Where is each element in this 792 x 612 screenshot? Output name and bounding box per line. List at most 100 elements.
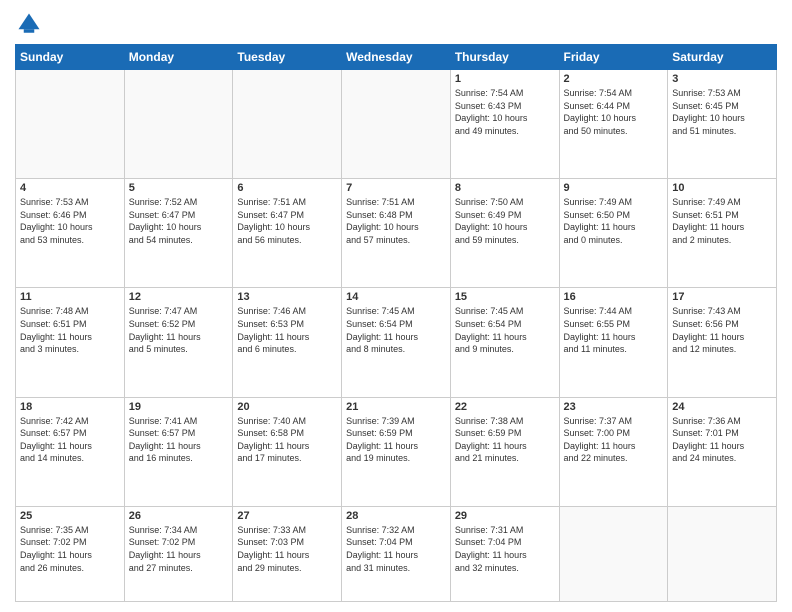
day-number: 5 xyxy=(129,182,229,194)
calendar-cell xyxy=(233,70,342,179)
calendar-cell: 6 Sunrise: 7:51 AM Sunset: 6:47 PM Daylig… xyxy=(233,179,342,288)
calendar-cell: 14 Sunrise: 7:45 AM Sunset: 6:54 PM Dayli… xyxy=(342,288,451,397)
calendar-cell: 29 Sunrise: 7:31 AM Sunset: 7:04 PM Dayli… xyxy=(450,506,559,601)
day-info: Sunrise: 7:33 AM Sunset: 7:03 PM Dayligh… xyxy=(237,524,337,574)
calendar-week-1: 1 Sunrise: 7:54 AM Sunset: 6:43 PM Daylig… xyxy=(16,70,777,179)
day-info: Sunrise: 7:44 AM Sunset: 6:55 PM Dayligh… xyxy=(564,305,664,355)
calendar-cell: 23 Sunrise: 7:37 AM Sunset: 7:00 PM Dayli… xyxy=(559,397,668,506)
col-header-monday: Monday xyxy=(124,45,233,70)
day-info: Sunrise: 7:41 AM Sunset: 6:57 PM Dayligh… xyxy=(129,415,229,465)
day-number: 16 xyxy=(564,291,664,303)
day-info: Sunrise: 7:32 AM Sunset: 7:04 PM Dayligh… xyxy=(346,524,446,574)
day-number: 6 xyxy=(237,182,337,194)
calendar-cell: 24 Sunrise: 7:36 AM Sunset: 7:01 PM Dayli… xyxy=(668,397,777,506)
calendar-cell xyxy=(668,506,777,601)
calendar-cell: 7 Sunrise: 7:51 AM Sunset: 6:48 PM Daylig… xyxy=(342,179,451,288)
day-info: Sunrise: 7:43 AM Sunset: 6:56 PM Dayligh… xyxy=(672,305,772,355)
calendar-cell xyxy=(342,70,451,179)
col-header-friday: Friday xyxy=(559,45,668,70)
calendar-week-4: 18 Sunrise: 7:42 AM Sunset: 6:57 PM Dayli… xyxy=(16,397,777,506)
day-info: Sunrise: 7:42 AM Sunset: 6:57 PM Dayligh… xyxy=(20,415,120,465)
day-info: Sunrise: 7:38 AM Sunset: 6:59 PM Dayligh… xyxy=(455,415,555,465)
calendar-cell: 25Sunrise: 7:35 AM Sunset: 7:02 PM Dayli… xyxy=(16,506,125,601)
calendar-cell: 22Sunrise: 7:38 AM Sunset: 6:59 PM Dayli… xyxy=(450,397,559,506)
page: SundayMondayTuesdayWednesdayThursdayFrid… xyxy=(0,0,792,612)
day-number: 10 xyxy=(672,182,772,194)
day-info: Sunrise: 7:50 AM Sunset: 6:49 PM Dayligh… xyxy=(455,196,555,246)
day-info: Sunrise: 7:54 AM Sunset: 6:43 PM Dayligh… xyxy=(455,87,555,137)
calendar-cell: 16 Sunrise: 7:44 AM Sunset: 6:55 PM Dayli… xyxy=(559,288,668,397)
day-number: 15 xyxy=(455,291,555,303)
col-header-tuesday: Tuesday xyxy=(233,45,342,70)
calendar-cell: 10 Sunrise: 7:49 AM Sunset: 6:51 PM Dayli… xyxy=(668,179,777,288)
day-number: 7 xyxy=(346,182,446,194)
day-number: 23 xyxy=(564,401,664,413)
day-number: 27 xyxy=(237,510,337,522)
calendar-cell: 12Sunrise: 7:47 AM Sunset: 6:52 PM Dayli… xyxy=(124,288,233,397)
calendar-cell xyxy=(124,70,233,179)
day-info: Sunrise: 7:49 AM Sunset: 6:51 PM Dayligh… xyxy=(672,196,772,246)
calendar-week-5: 25Sunrise: 7:35 AM Sunset: 7:02 PM Dayli… xyxy=(16,506,777,601)
day-number: 29 xyxy=(455,510,555,522)
day-info: Sunrise: 7:37 AM Sunset: 7:00 PM Dayligh… xyxy=(564,415,664,465)
calendar-cell: 4 Sunrise: 7:53 AM Sunset: 6:46 PM Daylig… xyxy=(16,179,125,288)
calendar-cell: 21 Sunrise: 7:39 AM Sunset: 6:59 PM Dayli… xyxy=(342,397,451,506)
day-number: 9 xyxy=(564,182,664,194)
calendar-cell: 11 Sunrise: 7:48 AM Sunset: 6:51 PM Dayli… xyxy=(16,288,125,397)
day-info: Sunrise: 7:36 AM Sunset: 7:01 PM Dayligh… xyxy=(672,415,772,465)
calendar: SundayMondayTuesdayWednesdayThursdayFrid… xyxy=(15,44,777,602)
day-info: Sunrise: 7:45 AM Sunset: 6:54 PM Dayligh… xyxy=(455,305,555,355)
day-info: Sunrise: 7:48 AM Sunset: 6:51 PM Dayligh… xyxy=(20,305,120,355)
logo xyxy=(15,10,47,38)
header xyxy=(15,10,777,38)
day-info: Sunrise: 7:31 AM Sunset: 7:04 PM Dayligh… xyxy=(455,524,555,574)
calendar-week-2: 4 Sunrise: 7:53 AM Sunset: 6:46 PM Daylig… xyxy=(16,179,777,288)
day-number: 18 xyxy=(20,401,120,413)
day-info: Sunrise: 7:51 AM Sunset: 6:48 PM Dayligh… xyxy=(346,196,446,246)
day-number: 26 xyxy=(129,510,229,522)
day-number: 8 xyxy=(455,182,555,194)
calendar-cell: 8 Sunrise: 7:50 AM Sunset: 6:49 PM Daylig… xyxy=(450,179,559,288)
calendar-cell: 5 Sunrise: 7:52 AM Sunset: 6:47 PM Daylig… xyxy=(124,179,233,288)
calendar-cell: 20Sunrise: 7:40 AM Sunset: 6:58 PM Dayli… xyxy=(233,397,342,506)
calendar-cell: 17 Sunrise: 7:43 AM Sunset: 6:56 PM Dayli… xyxy=(668,288,777,397)
day-number: 14 xyxy=(346,291,446,303)
col-header-wednesday: Wednesday xyxy=(342,45,451,70)
day-info: Sunrise: 7:53 AM Sunset: 6:46 PM Dayligh… xyxy=(20,196,120,246)
calendar-cell: 27 Sunrise: 7:33 AM Sunset: 7:03 PM Dayli… xyxy=(233,506,342,601)
calendar-cell: 13 Sunrise: 7:46 AM Sunset: 6:53 PM Dayli… xyxy=(233,288,342,397)
day-number: 4 xyxy=(20,182,120,194)
day-number: 21 xyxy=(346,401,446,413)
day-info: Sunrise: 7:40 AM Sunset: 6:58 PM Dayligh… xyxy=(237,415,337,465)
calendar-header-row: SundayMondayTuesdayWednesdayThursdayFrid… xyxy=(16,45,777,70)
calendar-cell: 2 Sunrise: 7:54 AM Sunset: 6:44 PM Daylig… xyxy=(559,70,668,179)
calendar-cell: 28 Sunrise: 7:32 AM Sunset: 7:04 PM Dayli… xyxy=(342,506,451,601)
day-number: 25 xyxy=(20,510,120,522)
col-header-thursday: Thursday xyxy=(450,45,559,70)
col-header-sunday: Sunday xyxy=(16,45,125,70)
day-info: Sunrise: 7:34 AM Sunset: 7:02 PM Dayligh… xyxy=(129,524,229,574)
day-info: Sunrise: 7:46 AM Sunset: 6:53 PM Dayligh… xyxy=(237,305,337,355)
day-number: 3 xyxy=(672,73,772,85)
calendar-cell: 1 Sunrise: 7:54 AM Sunset: 6:43 PM Daylig… xyxy=(450,70,559,179)
day-number: 2 xyxy=(564,73,664,85)
col-header-saturday: Saturday xyxy=(668,45,777,70)
day-number: 11 xyxy=(20,291,120,303)
day-info: Sunrise: 7:45 AM Sunset: 6:54 PM Dayligh… xyxy=(346,305,446,355)
calendar-cell: 9Sunrise: 7:49 AM Sunset: 6:50 PM Daylig… xyxy=(559,179,668,288)
day-number: 28 xyxy=(346,510,446,522)
day-info: Sunrise: 7:39 AM Sunset: 6:59 PM Dayligh… xyxy=(346,415,446,465)
day-info: Sunrise: 7:52 AM Sunset: 6:47 PM Dayligh… xyxy=(129,196,229,246)
day-number: 24 xyxy=(672,401,772,413)
calendar-cell: 18 Sunrise: 7:42 AM Sunset: 6:57 PM Dayli… xyxy=(16,397,125,506)
day-number: 12 xyxy=(129,291,229,303)
day-number: 17 xyxy=(672,291,772,303)
calendar-cell xyxy=(16,70,125,179)
calendar-cell: 3Sunrise: 7:53 AM Sunset: 6:45 PM Daylig… xyxy=(668,70,777,179)
calendar-week-3: 11 Sunrise: 7:48 AM Sunset: 6:51 PM Dayli… xyxy=(16,288,777,397)
day-number: 1 xyxy=(455,73,555,85)
day-number: 13 xyxy=(237,291,337,303)
day-info: Sunrise: 7:51 AM Sunset: 6:47 PM Dayligh… xyxy=(237,196,337,246)
logo-icon xyxy=(15,10,43,38)
day-info: Sunrise: 7:54 AM Sunset: 6:44 PM Dayligh… xyxy=(564,87,664,137)
